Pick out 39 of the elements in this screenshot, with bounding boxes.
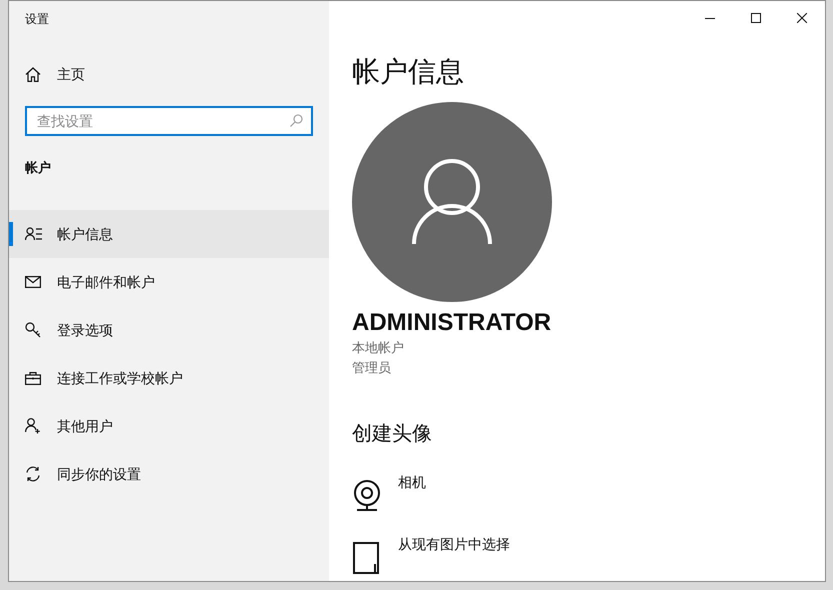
nav-item[interactable]: 同步你的设置 (9, 450, 329, 498)
briefcase-icon (25, 372, 41, 384)
close-icon (797, 13, 807, 23)
nav-item[interactable]: 其他用户 (9, 402, 329, 450)
search-icon (290, 114, 303, 127)
window-title: 设置 (25, 11, 49, 28)
key-icon (25, 322, 41, 338)
nav-label: 电子邮件和帐户 (57, 272, 155, 292)
avatar-option[interactable]: 从现有图片中选择 (352, 534, 825, 574)
user-name: ADMINISTRATOR (352, 308, 552, 338)
document-icon (352, 542, 380, 574)
nav-item[interactable]: 帐户信息 (9, 210, 329, 258)
person-list-icon (25, 227, 43, 241)
avatar-option[interactable]: 相机 (352, 472, 825, 512)
nav-label: 其他用户 (57, 416, 113, 436)
option-label: 相机 (398, 473, 426, 492)
nav-item[interactable]: 电子邮件和帐户 (9, 258, 329, 306)
nav-label: 帐户信息 (57, 224, 113, 244)
envelope-icon (25, 276, 41, 288)
person-add-icon (25, 418, 41, 434)
webcam-icon (352, 480, 382, 512)
section-heading: 帐户 (25, 159, 51, 178)
home-icon (25, 66, 41, 82)
maximize-icon (751, 13, 761, 23)
nav-label: 登录选项 (57, 320, 113, 340)
home-link[interactable]: 主页 (9, 54, 329, 94)
sync-icon (25, 466, 41, 482)
nav-item[interactable]: 连接工作或学校帐户 (9, 354, 329, 402)
account-type: 本地帐户 (352, 339, 405, 357)
nav-label: 连接工作或学校帐户 (57, 368, 183, 388)
nav-label: 同步你的设置 (57, 464, 141, 484)
page-title: 帐户信息 (352, 55, 465, 89)
search-field[interactable]: 查找设置 (25, 106, 313, 136)
section-heading: 创建头像 (352, 422, 433, 447)
avatar-icon (352, 102, 552, 302)
account-role: 管理员 (352, 359, 392, 377)
nav-item[interactable]: 登录选项 (9, 306, 329, 354)
option-label: 从现有图片中选择 (398, 535, 510, 554)
selection-indicator (9, 222, 13, 246)
